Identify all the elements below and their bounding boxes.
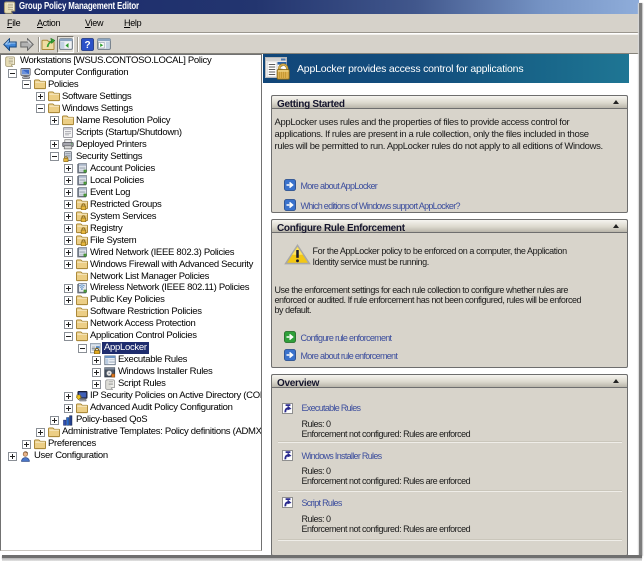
svg-text:?: ? — [84, 40, 90, 51]
